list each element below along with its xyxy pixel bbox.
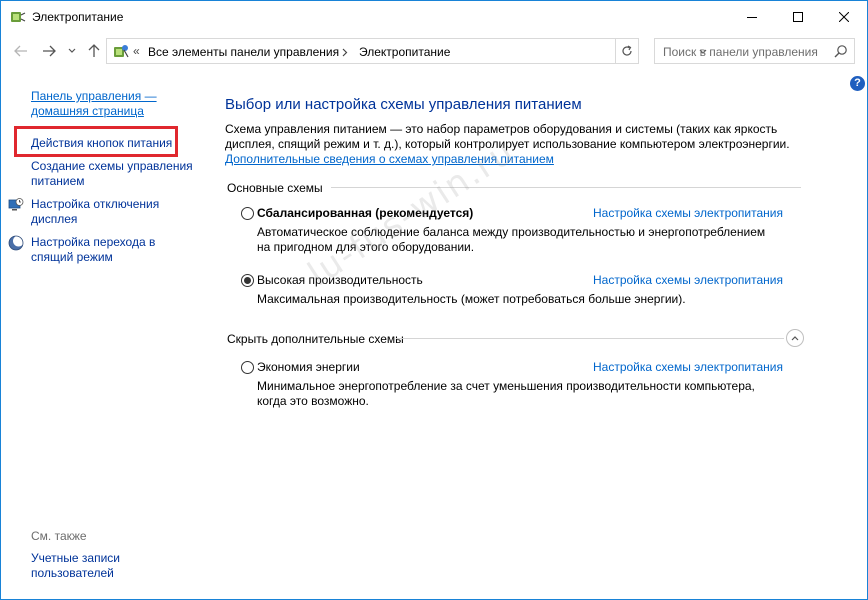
close-icon xyxy=(839,11,849,22)
search-placeholder: Поиск в панели управления xyxy=(663,45,818,59)
chevron-down-icon xyxy=(68,48,76,53)
control-panel-icon xyxy=(114,45,129,58)
title-bar[interactable]: Электропитание xyxy=(1,1,867,32)
power-options-icon xyxy=(11,12,26,22)
minimize-button[interactable] xyxy=(729,1,775,32)
back-button[interactable] xyxy=(12,42,30,60)
plan-description-high-performance: Максимальная производительность (может п… xyxy=(257,292,686,306)
breadcrumb-power-options[interactable]: Электропитание xyxy=(359,45,450,59)
monitor-clock-icon xyxy=(8,198,24,211)
sidebar-item-sleep[interactable]: Настройка перехода в спящий режим xyxy=(31,235,181,265)
close-button[interactable] xyxy=(821,1,867,32)
minimize-icon xyxy=(747,16,757,18)
breadcrumb-overflow[interactable]: « xyxy=(133,44,140,58)
sidebar-item-power-buttons[interactable]: Действия кнопок питания xyxy=(31,136,206,151)
breadcrumb-chevron-icon[interactable] xyxy=(342,48,348,57)
up-arrow-icon xyxy=(88,44,100,57)
page-description: Схема управления питанием — это набор па… xyxy=(225,122,790,151)
help-button[interactable]: ? xyxy=(850,76,865,91)
search-input[interactable]: Поиск в панели управления xyxy=(654,38,855,64)
moon-icon xyxy=(8,235,24,251)
recent-locations-button[interactable] xyxy=(63,42,81,60)
refresh-button[interactable] xyxy=(615,39,638,63)
collapse-button[interactable] xyxy=(786,329,804,347)
plan-radio-power-saver[interactable] xyxy=(241,361,254,374)
window: Электропитание « Все элементы панели упр… xyxy=(0,0,868,600)
breadcrumb-all-items[interactable]: Все элементы панели управления xyxy=(148,45,339,59)
group-divider xyxy=(396,338,784,339)
address-bar[interactable]: « Все элементы панели управления Электро… xyxy=(106,38,707,64)
sidebar-item-create-plan[interactable]: Создание схемы управления питанием xyxy=(31,159,201,189)
plan-radio-high-performance[interactable] xyxy=(241,274,254,287)
plan-name-power-saver[interactable]: Экономия энергии xyxy=(257,360,360,374)
forward-arrow-icon xyxy=(43,45,56,57)
plan-settings-link-balanced[interactable]: Настройка схемы электропитания xyxy=(593,206,783,220)
chevron-up-icon xyxy=(791,336,799,341)
sidebar-item-user-accounts[interactable]: Учетные записи пользователей xyxy=(31,551,181,581)
see-also-heading: См. также xyxy=(31,529,87,543)
plan-description-power-saver: Минимальное энергопотребление за счет ум… xyxy=(257,379,755,408)
maximize-button[interactable] xyxy=(775,1,821,32)
plan-settings-link-high-performance[interactable]: Настройка схемы электропитания xyxy=(593,273,783,287)
basic-plans-heading: Основные схемы xyxy=(227,181,323,195)
plan-settings-link-power-saver[interactable]: Настройка схемы электропитания xyxy=(593,360,783,374)
sidebar-item-display-off[interactable]: Настройка отключения дисплея xyxy=(31,197,191,227)
refresh-icon xyxy=(622,45,632,56)
search-icon xyxy=(834,45,847,58)
window-title: Электропитание xyxy=(32,10,124,24)
hidden-plans-heading[interactable]: Скрыть дополнительные схемы xyxy=(227,332,404,346)
plan-radio-balanced[interactable] xyxy=(241,207,254,220)
group-divider xyxy=(331,187,801,188)
page-title: Выбор или настройка схемы управления пит… xyxy=(225,96,582,113)
back-arrow-icon xyxy=(14,45,27,57)
maximize-icon xyxy=(793,11,803,22)
sidebar-home-link[interactable]: Панель управления — домашняя страница xyxy=(31,89,201,119)
up-button[interactable] xyxy=(85,42,103,60)
forward-button[interactable] xyxy=(40,42,58,60)
